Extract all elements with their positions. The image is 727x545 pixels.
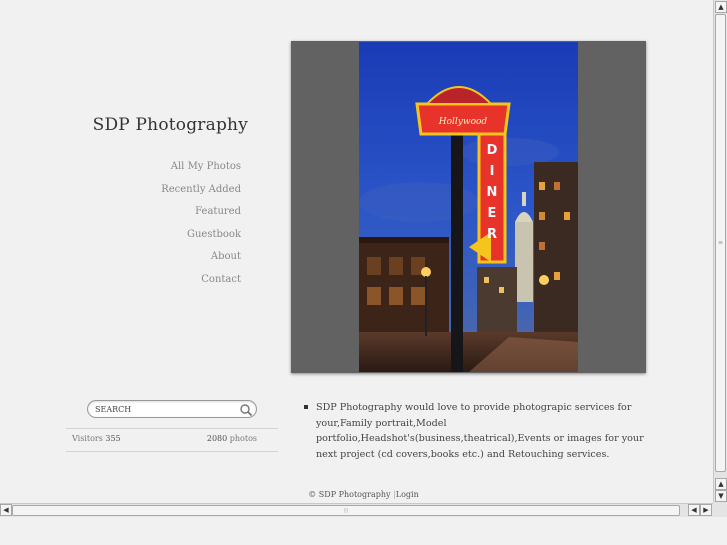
site-title[interactable]: SDP Photography: [0, 115, 248, 135]
divider-bottom: [66, 451, 278, 452]
visitors-value: 355: [105, 434, 121, 443]
login-link[interactable]: Login: [396, 490, 419, 499]
main-nav: All My Photos Recently Added Featured Gu…: [0, 160, 241, 296]
visitors-label: Visitors: [72, 434, 103, 443]
photo-count-label: photos: [229, 434, 257, 443]
search-icon[interactable]: [239, 402, 253, 417]
footer: © SDP Photography |Login: [0, 490, 727, 499]
horizontal-scrollbar[interactable]: ◀ ⁞⁞⁞ ◀ ▶: [0, 503, 713, 517]
bullet-icon: [304, 405, 308, 409]
nav-item-guestbook[interactable]: Guestbook: [0, 228, 241, 251]
svg-text:E: E: [488, 206, 497, 221]
page: SDP Photography All My Photos Recently A…: [0, 0, 713, 503]
svg-text:D: D: [487, 143, 498, 158]
svg-text:Hollywood: Hollywood: [438, 117, 488, 127]
search-box: [87, 400, 257, 418]
scrollbar-corner: [713, 503, 727, 517]
scroll-left-icon[interactable]: ◀: [688, 504, 700, 516]
svg-text:N: N: [487, 185, 498, 200]
scroll-up-icon[interactable]: ▲: [715, 1, 727, 13]
featured-photo[interactable]: Hollywood D I N E R: [359, 42, 578, 372]
nav-item-featured[interactable]: Featured: [0, 205, 241, 228]
scroll-left-icon[interactable]: ◀: [0, 504, 12, 516]
search-input[interactable]: [95, 402, 235, 416]
scroll-right-icon[interactable]: ▶: [700, 504, 712, 516]
window-bottom: [0, 517, 727, 545]
grip-icon: ≡: [717, 239, 724, 247]
services-text: SDP Photography would love to provide ph…: [316, 402, 644, 460]
vertical-scroll-thumb[interactable]: ≡: [715, 14, 726, 472]
horizontal-scroll-thumb[interactable]: ⁞⁞⁞: [12, 505, 680, 516]
nav-item-recently-added[interactable]: Recently Added: [0, 183, 241, 206]
vertical-scrollbar[interactable]: ▲ ≡ ▲ ▼: [713, 0, 727, 503]
svg-text:I: I: [490, 164, 495, 179]
photo-count-value: 2080: [206, 434, 228, 443]
footer-copyright: © SDP Photography: [308, 490, 391, 499]
featured-photo-frame[interactable]: Hollywood D I N E R: [291, 41, 646, 373]
nav-item-about[interactable]: About: [0, 250, 241, 273]
photo-count: 2080 photos: [207, 434, 257, 443]
svg-text:R: R: [487, 227, 497, 242]
scroll-up-icon[interactable]: ▲: [715, 478, 727, 490]
nav-item-contact[interactable]: Contact: [0, 273, 241, 296]
scroll-down-icon[interactable]: ▼: [715, 490, 727, 502]
divider-top: [66, 428, 278, 429]
services-blurb: SDP Photography would love to provide ph…: [304, 400, 664, 462]
nav-item-all-my-photos[interactable]: All My Photos: [0, 160, 241, 183]
grip-icon: ⁞⁞⁞: [343, 507, 349, 514]
visitors-counter: Visitors 355: [72, 434, 121, 443]
